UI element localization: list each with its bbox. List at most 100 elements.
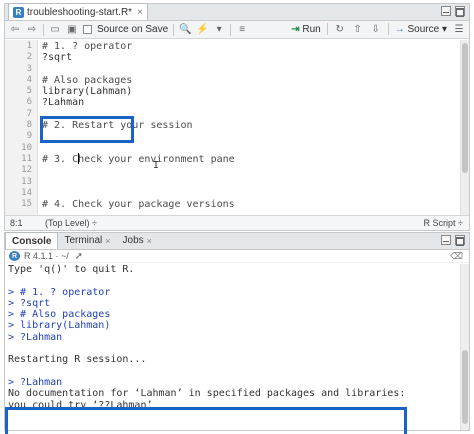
code-line[interactable]: ?sqrt (42, 52, 460, 63)
console-line: No documentation for ‘Lahman’ in specifi… (8, 388, 406, 400)
editor-pane-controls (441, 6, 465, 16)
minimize-pane-button[interactable] (441, 6, 451, 16)
source-on-save-label: Source on Save (97, 24, 169, 35)
chevron-down-icon: ▾ (441, 23, 447, 35)
tab-jobs-label: Jobs (122, 235, 144, 246)
scope-selector[interactable]: (Top Level) ÷ (40, 218, 97, 228)
line-number: 11 (21, 153, 32, 164)
rerun-icon[interactable]: ↻ (334, 23, 346, 35)
code-line[interactable]: # 3. Check your environment pane (42, 154, 460, 165)
chevron-down-icon[interactable]: ▾ (213, 24, 225, 36)
line-number: 3 (26, 63, 32, 74)
file-tab[interactable]: R troubleshooting-start.R* × (8, 3, 148, 20)
tab-console[interactable]: Console (5, 232, 59, 249)
forward-arrow-icon[interactable]: ⇨ (26, 24, 38, 36)
search-icon[interactable]: 🔍 (179, 24, 191, 36)
line-number: 12 (21, 165, 32, 176)
source-arrow-icon: → (394, 23, 405, 35)
editor-scrollbar[interactable] (460, 40, 469, 217)
go-to-directory-icon[interactable]: ➚ (73, 250, 85, 262)
console-line: > # Also packages (8, 309, 111, 321)
editor-toolbar-right: ⇥ Run ↻ ⇧ ⇩ → Source ▾ ☰ (291, 23, 465, 35)
source-on-save-checkbox[interactable] (83, 25, 92, 34)
tab-console-label: Console (12, 235, 52, 247)
code-line[interactable] (42, 64, 460, 75)
console-line: Restarting R session... (8, 354, 147, 366)
console-output[interactable]: Type 'q()' to quit R. > # 1. ? operator > … (5, 264, 460, 430)
editor-toolbar: ⇦ ⇨ ▭ ▣ Source on Save 🔍 ⚡ ▾ ≡ ⇥ Run ↻ ⇧… (5, 21, 469, 39)
code-line[interactable]: ?Lahman (42, 97, 460, 108)
run-button[interactable]: ⇥ Run (291, 24, 321, 35)
r-version-label: R 4.1.1 · ~/ (24, 251, 69, 261)
line-number: 6 (26, 97, 32, 108)
wand-icon[interactable]: ⚡ (196, 24, 208, 36)
clear-console-icon[interactable]: ⌫ (450, 251, 463, 262)
source-label: Source (407, 23, 440, 35)
line-number: 13 (21, 176, 32, 187)
line-number-gutter: 1 2 3 4 5 6 7 8 9 10 11 12 13 14 15 (5, 40, 38, 217)
down-arrow-icon[interactable]: ⇩ (370, 23, 382, 35)
close-tab-icon[interactable]: × (137, 7, 143, 18)
code-line[interactable]: # 4. Check your package versions (42, 199, 460, 210)
line-number: 8 (26, 120, 32, 131)
console-pane: Console Terminal × Jobs × R R 4.1.1 · ~/… (4, 232, 470, 434)
show-in-window-icon[interactable]: ▭ (49, 24, 61, 36)
line-number: 4 (26, 74, 32, 85)
back-arrow-icon[interactable]: ⇦ (9, 24, 21, 36)
line-number: 7 (26, 108, 32, 119)
editor-statusbar: 8:1 (Top Level) ÷ R Script ÷ (5, 215, 469, 230)
line-number: 14 (21, 187, 32, 198)
console-scrollbar-thumb[interactable] (462, 350, 468, 424)
toolbar-divider (230, 23, 232, 36)
up-arrow-icon[interactable]: ⇧ (352, 23, 364, 35)
editor-scrollbar-thumb[interactable] (462, 43, 468, 173)
code-line[interactable] (42, 177, 460, 188)
console-line: Type 'q()' to quit R. (8, 264, 135, 275)
close-tab-icon[interactable]: × (105, 236, 110, 246)
line-number: 9 (26, 131, 32, 142)
toolbar-divider (173, 23, 175, 36)
console-pane-controls (441, 235, 465, 245)
highlight-box-error (5, 407, 407, 434)
tab-terminal-label: Terminal (64, 235, 103, 246)
file-tab-label: troubleshooting-start.R* (27, 6, 133, 18)
document-outline-icon[interactable]: ≡ (236, 24, 248, 36)
code-line[interactable] (42, 143, 460, 154)
toolbar-divider (387, 23, 389, 35)
code-line[interactable]: # Also packages (42, 75, 460, 86)
close-tab-icon[interactable]: × (147, 236, 152, 246)
highlight-box-packages (40, 116, 134, 143)
cursor-position: 8:1 (10, 218, 23, 228)
maximize-pane-button[interactable] (455, 235, 465, 245)
run-arrow-icon: ⇥ (291, 23, 300, 35)
code-line[interactable] (42, 188, 460, 199)
r-logo-icon: R (9, 251, 20, 261)
source-button[interactable]: → Source ▾ (395, 24, 447, 35)
maximize-pane-button[interactable] (455, 6, 465, 16)
console-scrollbar[interactable] (460, 264, 469, 430)
tab-terminal[interactable]: Terminal × (58, 232, 116, 249)
outline-icon[interactable]: ☰ (453, 23, 465, 35)
console-line: > ?sqrt (8, 297, 51, 309)
ibeam-cursor-icon: I (153, 160, 160, 171)
line-number: 1 (26, 41, 32, 51)
code-area[interactable]: 1 2 3 4 5 6 7 8 9 10 11 12 13 14 15 I # 1. ? operator?… (5, 40, 469, 217)
toolbar-divider (43, 23, 44, 36)
console-header: R R 4.1.1 · ~/ ➚ ⌫ (5, 250, 469, 263)
console-tabbar: Console Terminal × Jobs × (5, 232, 469, 250)
code-line[interactable]: # 1. ? operator (42, 41, 460, 52)
console-line: > ?Lahman (8, 331, 63, 343)
tab-jobs[interactable]: Jobs × (117, 232, 158, 249)
line-number: 10 (21, 142, 32, 153)
save-icon[interactable]: ▣ (66, 24, 78, 36)
line-number: 5 (26, 86, 32, 97)
console-line: > library(Lahman) (8, 320, 111, 332)
minimize-pane-button[interactable] (441, 235, 451, 245)
console-line: > ?Lahman (8, 376, 63, 388)
code-line[interactable]: library(Lahman) (42, 86, 460, 97)
file-type-selector[interactable]: R Script ÷ (424, 218, 463, 228)
code-line[interactable] (42, 165, 460, 176)
